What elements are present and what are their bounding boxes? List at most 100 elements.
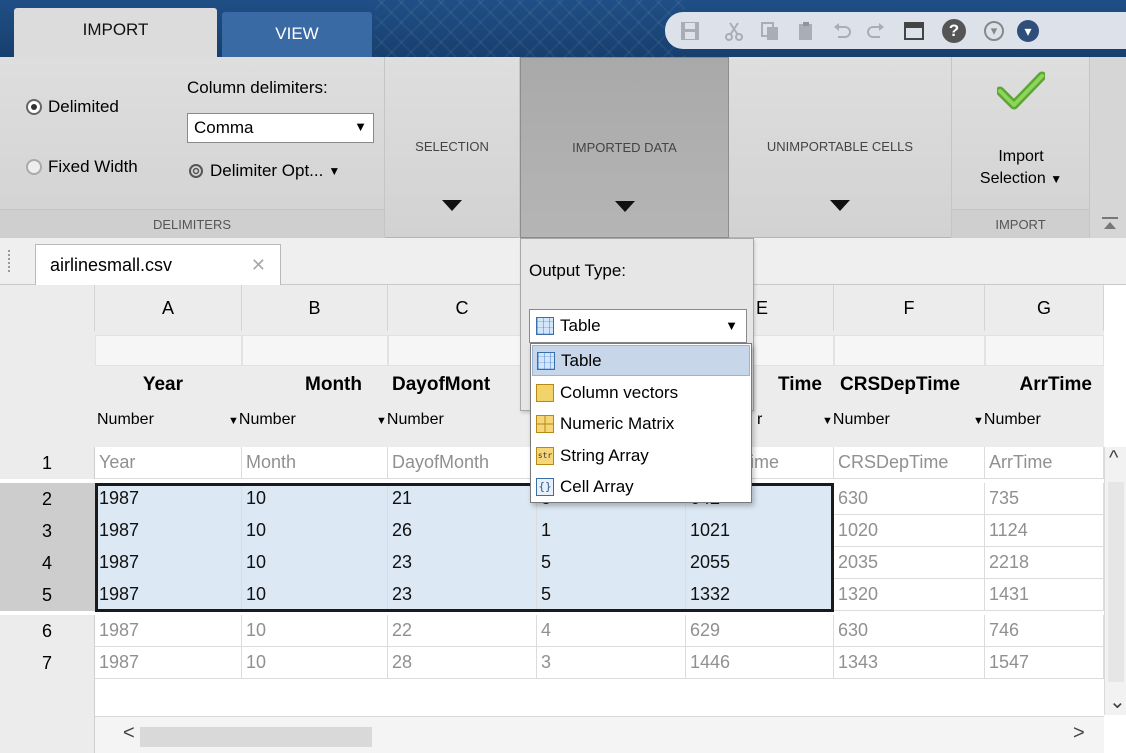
scroll-up-icon[interactable]: ^ [1109,447,1118,470]
cell[interactable]: 21 [388,483,537,515]
cell[interactable]: ArrTime [985,447,1104,479]
import-selection-button[interactable]: Import Selection ▼ [952,57,1090,207]
cell[interactable]: 1446 [686,647,834,679]
redo-icon[interactable] [863,18,889,44]
menu-item-numeric-matrix[interactable]: Numeric Matrix [532,408,750,439]
scroll-down-icon[interactable]: ⌄ [1109,689,1126,714]
cut-icon[interactable] [721,18,747,44]
scroll-left-icon[interactable]: < [123,722,135,745]
cell[interactable]: 2218 [985,547,1104,579]
row-number[interactable]: 3 [0,515,95,547]
variable-name-year[interactable]: Year [95,374,195,396]
menu-item-string-array[interactable]: str String Array [532,440,750,471]
column-letter-a[interactable]: A [95,285,242,331]
cell[interactable]: 1987 [95,579,242,611]
cell[interactable]: 1021 [686,515,834,547]
cell[interactable]: 1343 [834,647,985,679]
variable-name-dayofmonth[interactable]: DayofMont [388,374,538,396]
cell[interactable]: 1332 [686,579,834,611]
scroll-right-icon[interactable]: > [1073,722,1085,745]
menu-item-table[interactable]: Table [532,345,750,376]
radio-delimited[interactable]: Delimited [26,97,119,117]
save-icon[interactable] [677,18,703,44]
window-icon[interactable] [901,18,927,44]
help-icon[interactable]: ? [941,18,967,44]
cell[interactable]: 746 [985,615,1104,647]
cell[interactable]: 10 [242,647,388,679]
radio-fixed-width[interactable]: Fixed Width [26,157,138,177]
cell[interactable]: 1431 [985,579,1104,611]
cell[interactable]: 1987 [95,547,242,579]
cell[interactable]: 1987 [95,615,242,647]
cell[interactable]: 10 [242,515,388,547]
row-number[interactable]: 2 [0,483,95,515]
cell[interactable]: Year [95,447,242,479]
column-letter-g[interactable]: G [985,285,1104,331]
cell[interactable]: 1 [537,515,686,547]
document-tab[interactable]: airlinesmall.csv ✕ [35,244,281,286]
column-delimiter-select[interactable]: Comma ▼ [187,113,374,143]
cell[interactable]: 22 [388,615,537,647]
unimportable-cells-button[interactable]: UNIMPORTABLE CELLS [729,57,952,238]
column-letter-f[interactable]: F [834,285,985,331]
cell[interactable]: 1020 [834,515,985,547]
collapse-ribbon-icon[interactable] [1102,217,1118,231]
cell[interactable]: 630 [834,483,985,515]
cell[interactable]: 5 [537,579,686,611]
tab-view[interactable]: VIEW [222,12,372,57]
cell[interactable]: 10 [242,579,388,611]
cell[interactable]: CRSDepTime [834,447,985,479]
cell[interactable]: 10 [242,547,388,579]
cell[interactable]: 1987 [95,647,242,679]
variable-name-crsdeptime[interactable]: CRSDepTime [834,374,985,396]
drag-handle-icon[interactable] [8,250,12,272]
options-icon[interactable]: ▾ [1015,18,1041,44]
variable-type-year[interactable]: Number [97,411,154,429]
variable-name-month[interactable]: Month [242,374,374,396]
row-number[interactable]: 5 [0,579,95,611]
close-icon[interactable]: ✕ [251,255,266,276]
variable-type-arrtime[interactable]: ▼Number [973,411,1041,429]
horizontal-scrollbar[interactable]: < > [95,716,1104,753]
cell[interactable]: 630 [834,615,985,647]
undo-icon[interactable] [829,18,855,44]
column-letter-b[interactable]: B [242,285,388,331]
variable-type-dayofmonth[interactable]: ▼Number [376,411,444,429]
cell[interactable]: Month [242,447,388,479]
cell[interactable]: 23 [388,579,537,611]
cell[interactable]: 1320 [834,579,985,611]
variable-name-arrtime[interactable]: ArrTime [985,374,1104,396]
cell[interactable]: 4 [537,615,686,647]
variable-type-e[interactable]: r [757,411,762,429]
paste-icon[interactable] [793,18,819,44]
cell[interactable]: 23 [388,547,537,579]
cell[interactable]: DayofMonth [388,447,537,479]
cell[interactable]: 2055 [686,547,834,579]
range-cell[interactable] [242,335,388,366]
variable-type-crsdeptime[interactable]: ▼Number [822,411,890,429]
cell[interactable]: 2035 [834,547,985,579]
vertical-scrollbar[interactable]: ^ ⌄ [1104,447,1126,715]
delimiter-options-button[interactable]: Delimiter Opt... ▼ [187,161,340,181]
tab-import[interactable]: IMPORT [14,8,217,57]
cell[interactable]: 735 [985,483,1104,515]
cell[interactable]: 28 [388,647,537,679]
cell[interactable]: 1547 [985,647,1104,679]
menu-item-cell-array[interactable]: {} Cell Array [532,471,750,502]
menu-item-column-vectors[interactable]: Column vectors [532,377,750,408]
imported-data-button[interactable]: IMPORTED DATA [520,57,729,238]
collapse-icon[interactable]: ▾ [981,18,1007,44]
row-number[interactable]: 6 [0,615,95,647]
row-number[interactable]: 4 [0,547,95,579]
column-letter-c[interactable]: C [388,285,537,331]
cell[interactable]: 26 [388,515,537,547]
cell[interactable]: 1987 [95,483,242,515]
horizontal-scroll-thumb[interactable] [140,727,372,747]
range-cell[interactable] [834,335,985,366]
cell[interactable]: 3 [537,647,686,679]
cell[interactable]: 629 [686,615,834,647]
output-type-select[interactable]: Table ▼ [529,309,747,343]
row-number[interactable]: 7 [0,647,95,679]
cell[interactable]: 1124 [985,515,1104,547]
cell[interactable]: 1987 [95,515,242,547]
